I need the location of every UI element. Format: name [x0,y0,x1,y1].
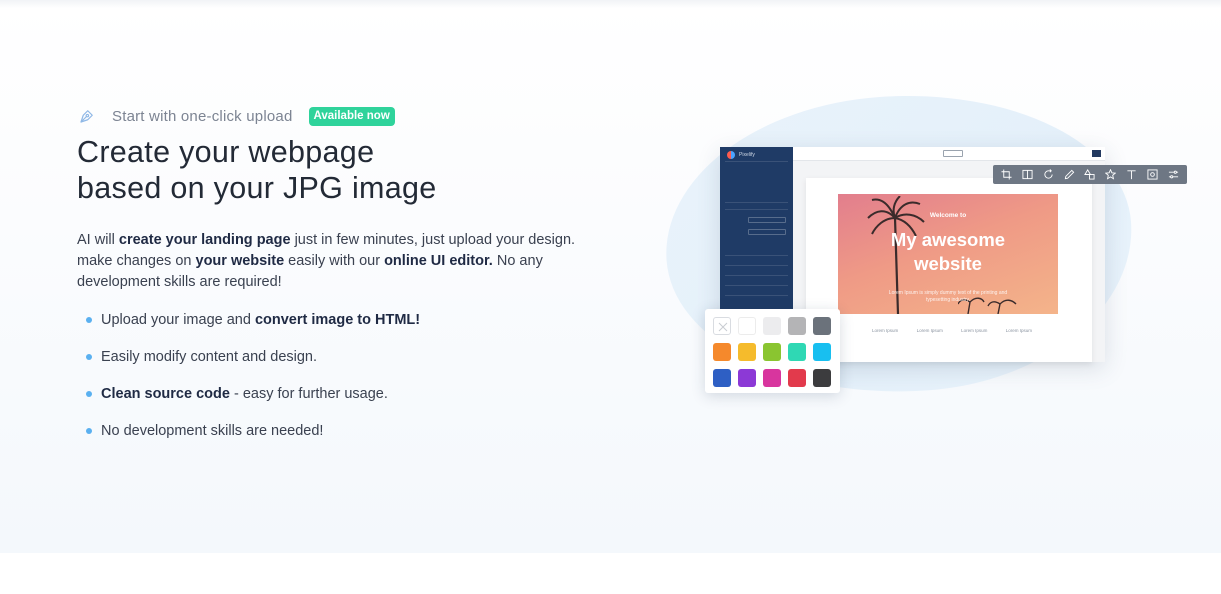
device-toggle [1092,150,1101,157]
intro-paragraph: AI will create your landing page just in… [77,230,582,293]
footer-link: Lorem Ipsum [916,328,943,333]
intro-text: AI will [77,232,119,248]
color-swatch[interactable] [763,343,781,361]
color-swatch[interactable] [788,343,806,361]
shapes-icon [1084,169,1095,180]
feature-text: Upload your image and [101,312,255,328]
feature-item: Upload your image and convert image to H… [86,310,420,347]
logo-icon [727,151,735,159]
eyebrow-text: Start with one-click upload [112,107,293,125]
sidebar-divider [725,209,788,210]
footer-link: Lorem Ipsum [961,328,988,333]
footer-link: Lorem Ipsum [1005,328,1032,333]
color-palette [705,309,840,393]
sidebar-divider [725,255,788,256]
hero-title: My awesome website [838,228,1058,276]
feature-bold: Clean source code [101,386,230,402]
footer-link: Lorem Ipsum [872,328,899,333]
intro-text: easily with our [284,253,385,269]
text-icon [1127,170,1136,180]
feature-item: Clean source code - easy for further usa… [86,384,420,421]
color-swatch[interactable] [713,343,731,361]
publish-button [943,150,963,157]
split-icon [1022,169,1033,180]
preview-hero: Welcome to My awesome website Lorem Ipsu… [838,194,1058,314]
hero-title-line: My awesome [890,229,1006,250]
feature-list: Upload your image and convert image to H… [86,310,420,458]
title-line-2: based on your JPG image [77,171,437,205]
hero-welcome: Welcome to [929,212,967,219]
color-swatch[interactable] [763,369,781,387]
feature-text: Easily modify content and design. [101,349,318,365]
sidebar-divider [725,202,788,203]
close-icon [718,322,728,332]
rotate-icon [1044,169,1053,179]
eyebrow: Start with one-click upload Available no… [78,106,395,126]
no-color-swatch[interactable] [713,317,731,335]
app-logo: Pixelify [727,151,755,159]
top-divider [0,0,1221,8]
sidebar-divider [725,285,788,286]
color-swatch[interactable] [813,317,831,335]
color-swatch[interactable] [738,317,756,335]
title-line-1: Create your webpage [77,135,375,169]
sliders-icon [1168,170,1179,179]
app-name: Pixelify [739,152,755,158]
color-swatch[interactable] [788,317,806,335]
preview-footer-links: Lorem Ipsum Lorem Ipsum Lorem Ipsum Lore… [872,328,1032,333]
available-badge: Available now [308,106,395,126]
hero-title-line: website [914,253,982,274]
feature-text: - easy for further usage. [229,386,388,402]
color-swatch[interactable] [813,343,831,361]
intro-bold: online UI editor. [384,253,493,269]
color-swatch[interactable] [763,317,781,335]
sidebar-divider [725,295,788,296]
sidebar-field [748,217,786,223]
sidebar-divider [725,161,788,162]
editor-topbar [793,147,1105,161]
star-icon [1105,169,1117,180]
page-title: Create your webpage based on your JPG im… [77,134,557,206]
hero-subtext: Lorem Ipsum is simply dummy text of the … [888,290,1008,303]
editor-toolbar [993,165,1187,184]
sidebar-divider [725,275,788,276]
feature-item: Easily modify content and design. [86,347,420,384]
crop-icon [1001,169,1012,180]
color-swatch[interactable] [738,343,756,361]
color-swatch[interactable] [788,369,806,387]
intro-bold: create your landing page [118,232,291,248]
pencil-icon [1064,169,1074,180]
sidebar-divider [725,265,788,266]
pen-tool-icon [80,110,93,123]
color-swatch[interactable] [713,369,731,387]
feature-bold: convert image to HTML! [254,312,421,328]
color-swatch[interactable] [738,369,756,387]
feature-text: No development skills are needed! [101,423,324,439]
color-swatch[interactable] [813,369,831,387]
frame-icon [1147,169,1158,180]
feature-item: No development skills are needed! [86,421,420,458]
intro-bold: your website [195,253,285,269]
sidebar-field [748,229,786,235]
